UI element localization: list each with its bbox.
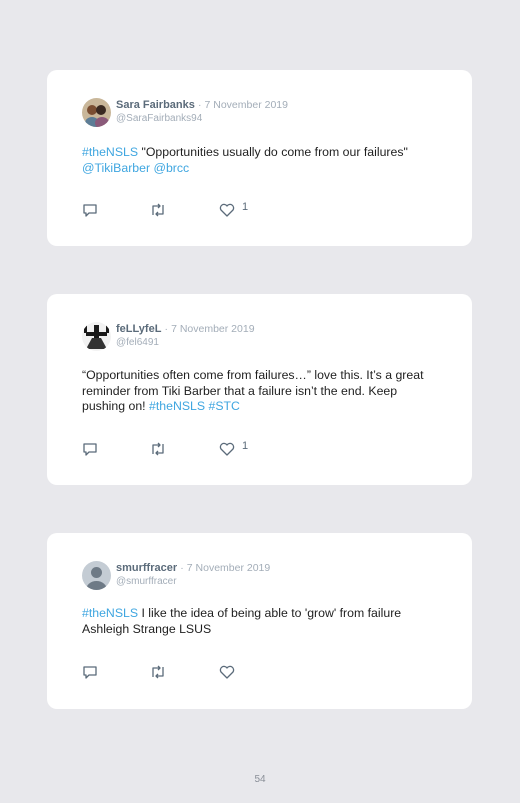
author-handle[interactable]: @smurffracer xyxy=(116,576,177,587)
tweet-text: #theNSLS "Opportunities usually do come … xyxy=(82,145,442,176)
author-name[interactable]: Sara Fairbanks xyxy=(116,99,195,111)
tweet-card-1: Sara Fairbanks · 7 November 2019 @SaraFa… xyxy=(47,70,472,246)
heart-icon[interactable] xyxy=(219,664,235,685)
author-line: feLLyfeL · 7 November 2019 xyxy=(116,323,255,335)
reply-icon[interactable] xyxy=(82,202,98,223)
author-line: Sara Fairbanks · 7 November 2019 xyxy=(116,99,288,111)
tweet-date: 7 November 2019 xyxy=(204,99,288,111)
avatar[interactable] xyxy=(82,561,111,590)
author-handle[interactable]: @SaraFairbanks94 xyxy=(116,113,202,124)
tweet-date: 7 November 2019 xyxy=(171,323,255,335)
tweet-date: 7 November 2019 xyxy=(186,562,271,574)
like-count: 1 xyxy=(242,201,249,213)
author-handle[interactable]: @fel6491 xyxy=(116,337,159,348)
retweet-icon[interactable] xyxy=(149,441,167,462)
heart-icon[interactable] xyxy=(219,202,235,223)
tweet-card-3: smurffracer · 7 November 2019 @smurffrac… xyxy=(47,533,472,709)
tweet-text: #theNSLS I like the idea of being able t… xyxy=(82,606,442,637)
tweet-text-segment: “Opportunities often come from failures…… xyxy=(82,368,424,413)
tweet-card-2: feLLyfeL · 7 November 2019 @fel6491 “Opp… xyxy=(47,294,472,485)
avatar[interactable] xyxy=(82,322,111,351)
avatar[interactable] xyxy=(82,98,111,127)
hashtag-link[interactable]: #theNSLS xyxy=(82,606,138,620)
reply-icon[interactable] xyxy=(82,664,98,685)
separator: · xyxy=(180,562,184,574)
author-name[interactable]: feLLyfeL xyxy=(116,323,161,335)
tweet-text-segment: "Opportunities usually do come from our … xyxy=(138,145,408,159)
separator: · xyxy=(164,323,169,335)
tweet-text: “Opportunities often come from failures…… xyxy=(82,368,442,415)
reply-icon[interactable] xyxy=(82,441,98,462)
like-count: 1 xyxy=(242,440,249,452)
hashtag-link[interactable]: #theNSLS xyxy=(82,145,138,159)
retweet-icon[interactable] xyxy=(149,664,167,685)
author-name[interactable]: smurffracer xyxy=(116,562,177,574)
separator: · xyxy=(197,99,202,111)
author-line: smurffracer · 7 November 2019 xyxy=(116,562,270,574)
mention-link[interactable]: @TikiBarber @brcc xyxy=(82,161,189,175)
page-number: 54 xyxy=(254,774,266,785)
heart-icon[interactable] xyxy=(219,441,235,462)
hashtag-link[interactable]: #theNSLS #STC xyxy=(149,399,240,413)
retweet-icon[interactable] xyxy=(149,202,167,223)
